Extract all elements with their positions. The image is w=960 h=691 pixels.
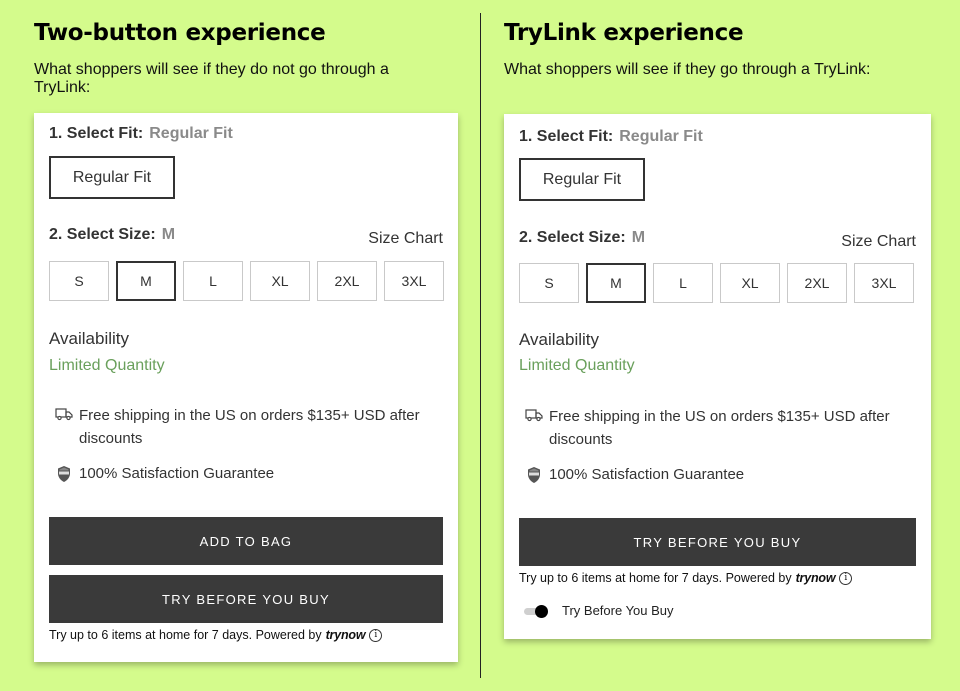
guarantee-perk: 100% Satisfaction Guarantee xyxy=(49,462,429,485)
column-divider xyxy=(480,13,481,678)
fit-option-button[interactable]: Regular Fit xyxy=(519,158,645,201)
select-size-heading: 2. Select Size: M xyxy=(519,229,645,247)
size-option-m[interactable]: M xyxy=(116,261,176,301)
shipping-text: Free shipping in the US on orders $135+ … xyxy=(79,407,420,447)
fit-option-button[interactable]: Regular Fit xyxy=(49,156,175,199)
select-size-value: M xyxy=(161,226,176,243)
availability-value: Limited Quantity xyxy=(49,357,165,374)
badge-shield-icon xyxy=(519,463,549,484)
size-option-s[interactable]: S xyxy=(49,261,109,301)
try-before-you-buy-button[interactable]: TRY BEFORE YOU BUY xyxy=(519,518,916,566)
info-icon[interactable]: i xyxy=(839,571,853,585)
size-options: S M L XL 2XL 3XL xyxy=(49,261,444,301)
info-icon[interactable]: i xyxy=(369,628,383,642)
badge-shield-icon xyxy=(49,462,79,483)
guarantee-text: 100% Satisfaction Guarantee xyxy=(79,465,275,482)
select-size-heading: 2. Select Size: M xyxy=(49,226,175,244)
size-option-2xl[interactable]: 2XL xyxy=(787,263,847,303)
size-option-2xl[interactable]: 2XL xyxy=(317,261,377,301)
delivery-truck-icon xyxy=(519,405,549,422)
size-option-m[interactable]: M xyxy=(586,263,646,303)
toggle-label: Try Before You Buy xyxy=(562,603,674,618)
size-options: S M L XL 2XL 3XL xyxy=(519,263,914,303)
select-size-label: 2. Select Size: xyxy=(519,229,626,246)
shipping-perk: Free shipping in the US on orders $135+ … xyxy=(49,404,429,450)
availability-value: Limited Quantity xyxy=(519,357,635,374)
size-option-s[interactable]: S xyxy=(519,263,579,303)
trynow-note: Try up to 6 items at home for 7 days. Po… xyxy=(49,628,383,642)
size-option-xl[interactable]: XL xyxy=(250,261,310,301)
note-text: Try up to 6 items at home for 7 days. Po… xyxy=(519,571,792,585)
select-fit-value: Regular Fit xyxy=(619,128,703,145)
size-option-xl[interactable]: XL xyxy=(720,263,780,303)
size-chart-link[interactable]: Size Chart xyxy=(841,233,916,251)
product-card: 1. Select Fit: Regular Fit Regular Fit 2.… xyxy=(34,113,458,662)
column-description: What shoppers will see if they go throug… xyxy=(504,61,871,78)
select-size-label: 2. Select Size: xyxy=(49,226,156,243)
guarantee-perk: 100% Satisfaction Guarantee xyxy=(519,463,899,486)
guarantee-text: 100% Satisfaction Guarantee xyxy=(549,466,745,483)
size-option-l[interactable]: L xyxy=(183,261,243,301)
column-title: TryLink experience xyxy=(504,20,744,46)
column-title: Two-button experience xyxy=(34,20,326,46)
product-card: 1. Select Fit: Regular Fit Regular Fit 2.… xyxy=(504,114,931,639)
select-fit-heading: 1. Select Fit: Regular Fit xyxy=(519,128,703,146)
select-fit-label: 1. Select Fit: xyxy=(49,125,144,142)
size-option-3xl[interactable]: 3XL xyxy=(854,263,914,303)
try-before-toggle-row: Try Before You Buy xyxy=(524,603,674,618)
size-option-l[interactable]: L xyxy=(653,263,713,303)
shipping-perk: Free shipping in the US on orders $135+ … xyxy=(519,405,899,451)
delivery-truck-icon xyxy=(49,404,79,421)
try-before-toggle[interactable] xyxy=(524,604,548,618)
select-fit-label: 1. Select Fit: xyxy=(519,128,614,145)
availability-label: Availability xyxy=(519,330,600,349)
select-fit-value: Regular Fit xyxy=(149,125,233,142)
availability-label: Availability xyxy=(49,329,130,348)
select-fit-heading: 1. Select Fit: Regular Fit xyxy=(49,125,233,143)
trynow-logo: trynow xyxy=(795,571,836,585)
select-size-value: M xyxy=(631,229,646,246)
add-to-bag-button[interactable]: ADD TO BAG xyxy=(49,517,443,565)
column-description: What shoppers will see if they do not go… xyxy=(34,61,389,96)
try-before-you-buy-button[interactable]: TRY BEFORE YOU BUY xyxy=(49,575,443,623)
trynow-note: Try up to 6 items at home for 7 days. Po… xyxy=(519,571,853,585)
size-option-3xl[interactable]: 3XL xyxy=(384,261,444,301)
toggle-knob xyxy=(535,604,548,618)
size-chart-link[interactable]: Size Chart xyxy=(368,230,443,248)
note-text: Try up to 6 items at home for 7 days. Po… xyxy=(49,628,322,642)
trynow-logo: trynow xyxy=(325,628,366,642)
shipping-text: Free shipping in the US on orders $135+ … xyxy=(549,408,890,448)
